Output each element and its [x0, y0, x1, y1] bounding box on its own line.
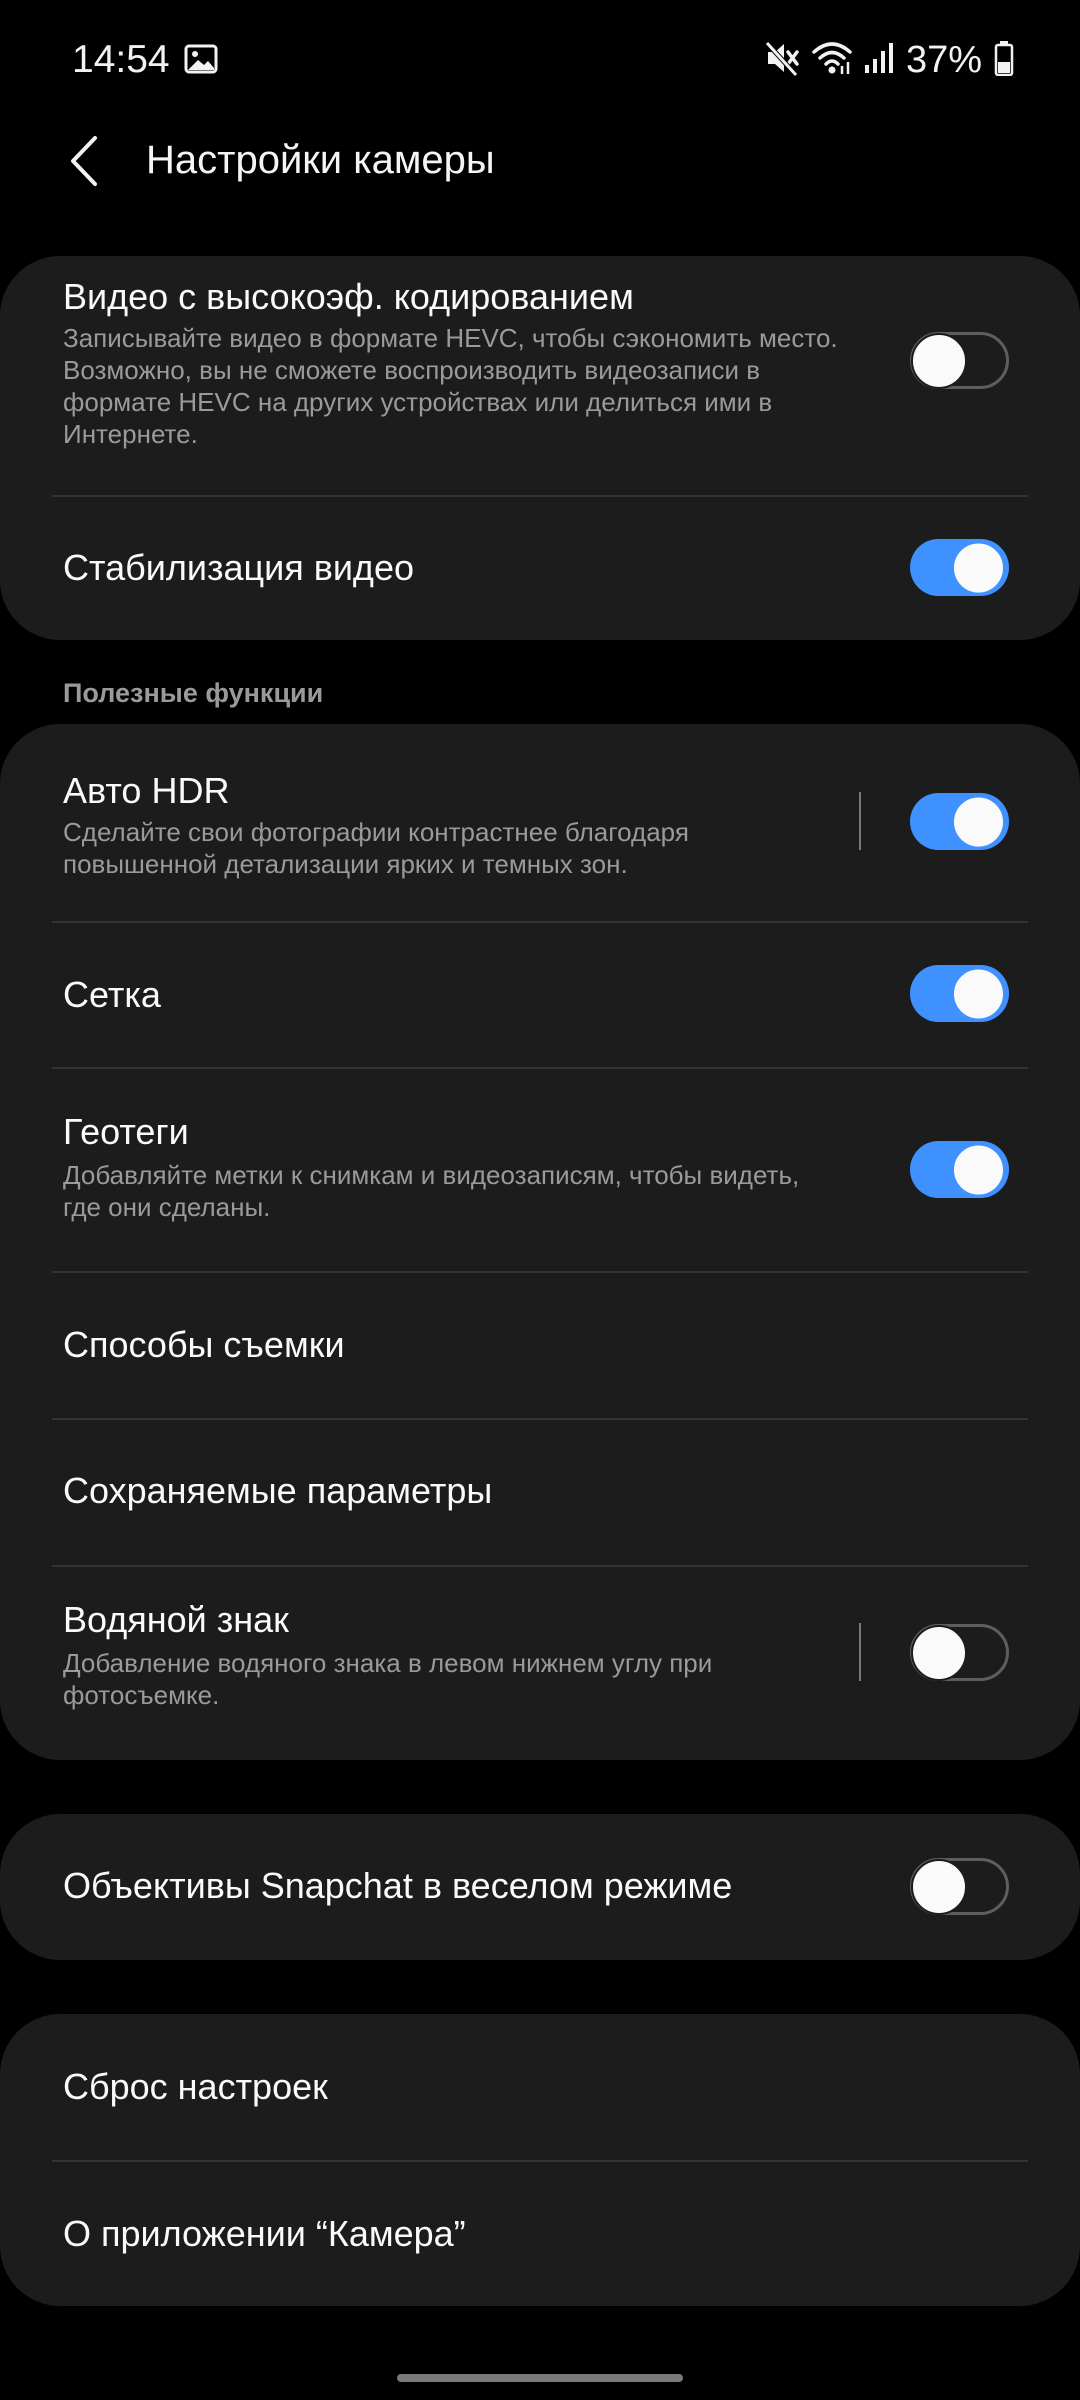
hevc-toggle[interactable] — [910, 332, 1009, 389]
saved-settings-row[interactable]: Сохраняемые параметры — [0, 1420, 1080, 1565]
grid-toggle[interactable] — [910, 965, 1009, 1022]
snapchat-title: Объективы Snapchat в веселом режиме — [63, 1865, 733, 1906]
wifi-icon — [812, 40, 852, 81]
geotags-row[interactable]: Геотеги Добавляйте метки к снимкам и вид… — [0, 1069, 1080, 1271]
status-icons: 37% — [764, 36, 1014, 84]
separator — [859, 1623, 861, 1681]
reset-row[interactable]: Сброс настроек — [0, 2014, 1080, 2160]
auto-hdr-row[interactable]: Авто HDR Сделайте свои фотографии контра… — [0, 724, 1080, 920]
useful-features-card: Авто HDR Сделайте свои фотографии контра… — [0, 724, 1080, 1760]
about-row[interactable]: О приложении “Камера” — [0, 2162, 1080, 2306]
auto-hdr-title: Авто HDR — [63, 770, 230, 811]
watermark-toggle[interactable] — [910, 1624, 1009, 1681]
saved-settings-title: Сохраняемые параметры — [63, 1470, 493, 1511]
snapchat-toggle[interactable] — [910, 1858, 1009, 1915]
back-button[interactable] — [60, 128, 108, 198]
hevc-row[interactable]: Видео с высокоэф. кодированием Записывай… — [0, 256, 1080, 494]
snapchat-card: Объективы Snapchat в веселом режиме — [0, 1814, 1080, 1960]
hevc-title: Видео с высокоэф. кодированием — [63, 276, 634, 317]
geotags-subtitle: Добавляйте метки к снимкам и видеозапися… — [63, 1160, 800, 1222]
geotags-toggle[interactable] — [910, 1141, 1009, 1198]
chevron-left-icon — [69, 134, 99, 193]
misc-card: Сброс настроек О приложении “Камера” — [0, 2014, 1080, 2306]
watermark-title: Водяной знак — [63, 1599, 289, 1640]
snapchat-row[interactable]: Объективы Snapchat в веселом режиме — [0, 1814, 1080, 1960]
mute-icon — [764, 39, 800, 82]
geotags-title: Геотеги — [63, 1111, 189, 1152]
gallery-icon — [184, 44, 218, 74]
stabilization-row[interactable]: Стабилизация видео — [0, 497, 1080, 640]
battery-icon — [994, 40, 1014, 81]
about-title: О приложении “Камера” — [63, 2213, 466, 2254]
status-bar: 14:54 37% — [0, 0, 1080, 122]
auto-hdr-subtitle: Сделайте свои фотографии контрастнее бла… — [63, 817, 689, 879]
separator — [859, 792, 861, 850]
section-label-useful: Полезные функции — [63, 678, 324, 708]
stabilization-title: Стабилизация видео — [63, 547, 414, 588]
hevc-subtitle: Записывайте видео в формате HEVC, чтобы … — [63, 323, 838, 449]
reset-title: Сброс настроек — [63, 2066, 328, 2107]
stabilization-toggle[interactable] — [910, 539, 1009, 596]
page-title: Настройки камеры — [146, 138, 495, 182]
battery-percent: 37% — [905, 38, 982, 81]
watermark-row[interactable]: Водяной знак Добавление водяного знака в… — [0, 1567, 1080, 1760]
signal-icon — [864, 41, 894, 80]
grid-row[interactable]: Сетка — [0, 923, 1080, 1067]
status-time: 14:54 — [72, 38, 170, 81]
auto-hdr-toggle[interactable] — [910, 793, 1009, 850]
video-settings-card: Видео с высокоэф. кодированием Записывай… — [0, 256, 1080, 640]
watermark-subtitle: Добавление водяного знака в левом нижнем… — [63, 1648, 713, 1710]
home-indicator[interactable] — [397, 2374, 683, 2382]
grid-title: Сетка — [63, 974, 161, 1015]
shooting-methods-row[interactable]: Способы съемки — [0, 1273, 1080, 1418]
shooting-methods-title: Способы съемки — [63, 1324, 345, 1365]
